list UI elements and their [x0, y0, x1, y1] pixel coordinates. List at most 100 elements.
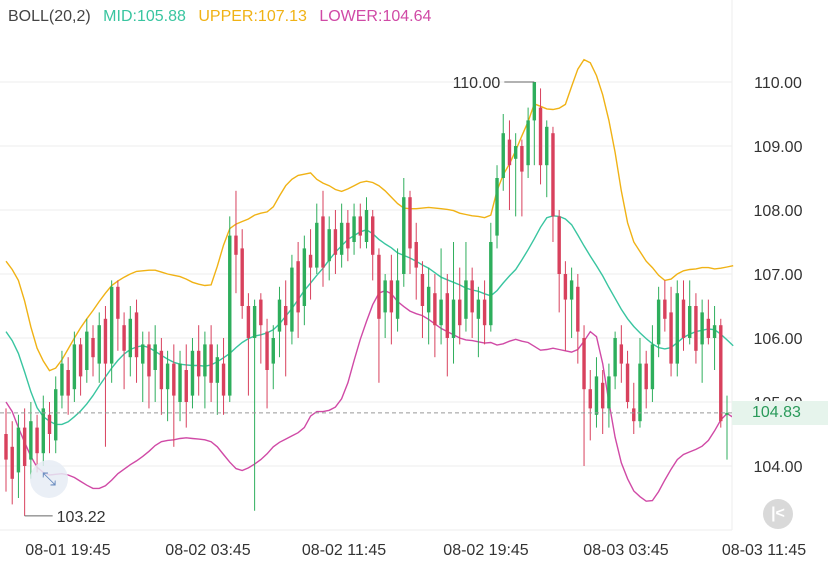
candle-body: [613, 338, 617, 377]
candle-body: [489, 242, 493, 326]
x-tick-label: 08-02 03:45: [165, 542, 251, 559]
candle-body: [619, 344, 624, 364]
candle-body: [66, 370, 70, 396]
x-tick-label: 08-01 19:45: [25, 542, 111, 559]
candle-body: [650, 344, 655, 390]
x-tick-label: 08-02 11:45: [302, 542, 386, 559]
candle-body: [172, 363, 176, 396]
upper-label: UPPER:: [198, 8, 258, 25]
candle-body: [234, 235, 238, 255]
candle-body: [29, 421, 33, 460]
candle-body: [706, 318, 711, 338]
candle-body: [551, 133, 555, 217]
lower-value: 104.64: [382, 8, 432, 25]
upper-legend: UPPER:107.13: [198, 8, 307, 25]
candle-body: [259, 299, 263, 326]
candle-body: [196, 350, 201, 377]
candle-body: [103, 318, 108, 364]
current-price-tag: 104.83: [732, 401, 828, 425]
candle-body: [228, 235, 232, 396]
indicator-legend: BOLL(20,2) MID:105.88 UPPER:107.13 LOWER…: [8, 8, 439, 26]
candle-body: [147, 344, 151, 377]
candle-body: [371, 216, 375, 255]
series-line-mid: [5, 215, 734, 426]
candle-body: [414, 242, 418, 268]
candle-body: [85, 331, 89, 370]
candle-body: [557, 216, 561, 274]
candle-body: [694, 306, 698, 351]
candle-body: [700, 312, 704, 345]
x-tick-label: 08-03 03:45: [583, 542, 669, 559]
candle-body: [22, 427, 27, 466]
candle-body: [308, 254, 313, 268]
series-line-lower: [5, 289, 734, 502]
price-chart[interactable]: 110.00 103.22 110.00 109.00 108.00 107.00 106…: [0, 0, 828, 564]
upper-value: 107.13: [257, 8, 307, 25]
candle-body: [35, 427, 39, 454]
candle-body: [159, 350, 164, 390]
candle-body: [184, 370, 188, 402]
candle-body: [395, 280, 400, 319]
candle-body: [78, 344, 83, 377]
candle-body: [141, 344, 145, 364]
candle-body: [109, 286, 114, 364]
candle-body: [408, 197, 412, 249]
lower-legend: LOWER:104.64: [319, 8, 431, 25]
candle-body: [178, 363, 182, 402]
candle-body: [283, 306, 288, 326]
candle-body: [594, 376, 599, 415]
candle-body: [576, 286, 580, 332]
indicator-name: BOLL(20,2): [8, 8, 91, 25]
candle-body: [513, 146, 518, 159]
candle-body: [134, 312, 139, 358]
candle-body: [526, 120, 530, 166]
candle-body: [265, 331, 269, 370]
candle-body: [600, 382, 605, 409]
max-price-label: 110.00: [453, 75, 501, 92]
candle-body: [4, 434, 8, 460]
candle-body: [445, 293, 450, 338]
candle-body: [458, 299, 462, 326]
candle-body: [16, 427, 21, 473]
candle-body: [532, 82, 537, 121]
candle-body: [687, 306, 692, 338]
candle-body: [439, 299, 443, 326]
candle-body: [569, 280, 574, 300]
candle-body: [476, 299, 481, 319]
expand-arrows-icon[interactable]: ⤡: [30, 460, 68, 498]
candle-body: [352, 216, 356, 242]
candle-body: [290, 267, 294, 332]
y-tick-label: 108.00: [754, 203, 803, 220]
candle-body: [482, 299, 487, 326]
candle-body: [426, 286, 431, 313]
candle-body: [190, 350, 195, 396]
candle-body: [47, 414, 52, 434]
candle-body: [420, 274, 425, 306]
candle-body: [495, 178, 499, 236]
candle-body: [203, 344, 207, 377]
candle-body: [10, 446, 14, 479]
candle-body: [632, 408, 636, 422]
candle-body: [389, 280, 394, 313]
collapse-left-icon[interactable]: |<: [763, 499, 793, 529]
candle-body: [545, 126, 549, 166]
y-tick-label: 104.00: [754, 459, 803, 476]
mid-legend: MID:105.88: [103, 8, 186, 25]
candle-body: [507, 139, 512, 166]
candle-body: [563, 274, 568, 300]
candle-body: [315, 222, 319, 268]
candle-body: [402, 197, 406, 274]
candle-body: [520, 146, 524, 172]
candle-body: [470, 280, 474, 313]
candle-body: [91, 338, 95, 358]
series-line-upper: [5, 58, 734, 372]
lower-label: LOWER:: [319, 8, 383, 25]
candles: [4, 82, 729, 516]
candle-body: [302, 248, 307, 306]
candle-body: [128, 318, 133, 358]
candle-body: [277, 299, 282, 332]
candle-body: [358, 216, 362, 236]
mid-value: 105.88: [136, 8, 186, 25]
candle-body: [607, 376, 611, 409]
bollinger-bands: [5, 58, 734, 502]
